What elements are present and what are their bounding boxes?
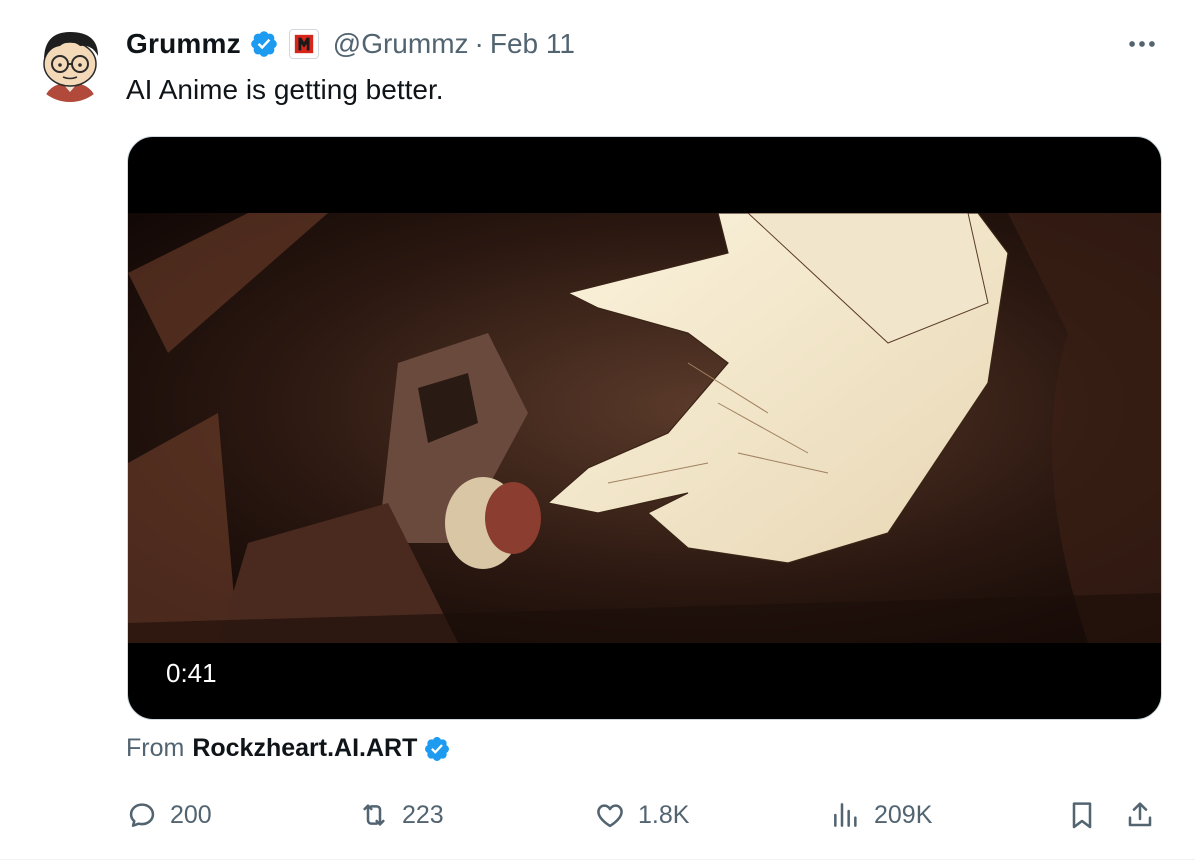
reply-button[interactable]: 200 [126,792,212,838]
video-player[interactable]: 0:41 [127,136,1162,720]
tweet-header: Grummz @Grummz · Feb 11 [126,26,575,62]
from-label: From [126,734,185,762]
from-account-link[interactable]: Rockzheart.AI.ART [192,734,417,763]
avatar-caricature-icon [30,22,110,102]
more-options-button[interactable] [1118,28,1166,60]
author-handle[interactable]: @Grummz [333,28,469,60]
retweet-button[interactable]: 223 [358,792,444,838]
video-frame-image [128,213,1161,643]
retweet-count: 223 [402,800,444,829]
bookmark-button[interactable] [1066,792,1098,838]
video-attribution: From Rockzheart.AI.ART [126,734,451,763]
reply-icon [129,803,155,827]
more-dots-icon [1129,41,1155,47]
views-count: 209K [874,800,933,829]
tweet-text: AI Anime is getting better. [126,74,444,105]
views-button[interactable]: 209K [830,792,932,838]
bookmark-icon [1072,802,1092,829]
video-duration: 0:41 [152,651,231,695]
heart-icon [597,804,623,828]
like-count: 1.8K [638,800,690,829]
reply-count: 200 [170,800,212,829]
avatar[interactable] [30,22,110,102]
like-button[interactable]: 1.8K [594,792,689,838]
tweet-card[interactable]: Grummz @Grummz · Feb 11 AI Anime is gett… [0,0,1195,860]
views-icon [834,803,857,827]
share-button[interactable] [1124,792,1156,838]
display-name[interactable]: Grummz [126,28,241,60]
separator-dot: · [474,28,484,59]
verified-badge-icon[interactable] [249,29,279,59]
tweet-actions: 200 223 1.8K 209K [0,792,1195,838]
verified-badge-icon[interactable] [423,735,451,763]
affiliate-badge-icon[interactable] [288,29,319,59]
share-icon [1128,802,1152,827]
retweet-icon [363,804,385,826]
tweet-date[interactable]: Feb 11 [490,28,575,60]
